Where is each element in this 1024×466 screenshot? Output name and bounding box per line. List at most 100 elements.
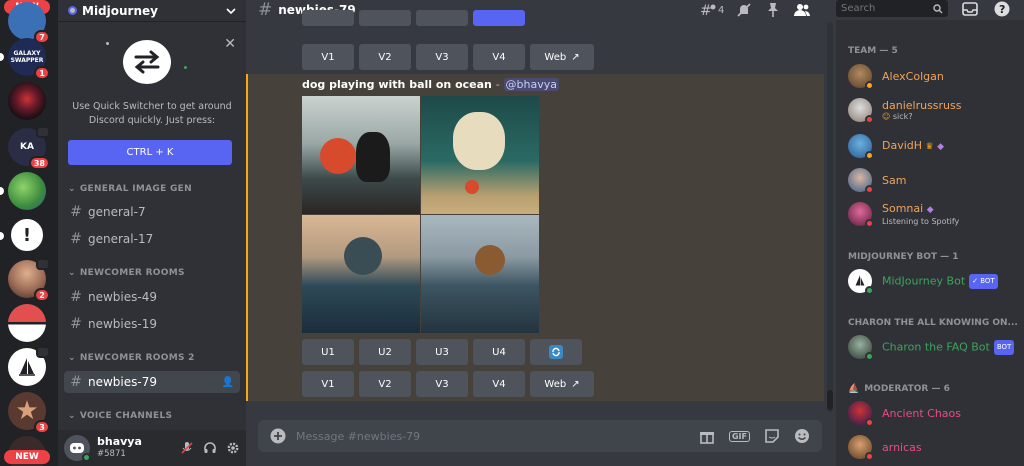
avatar bbox=[848, 435, 874, 461]
header-toolbar: # 4 bbox=[700, 0, 811, 20]
bot-header: MIDJOURNEY BOT — 1 bbox=[848, 252, 959, 262]
member-davidh[interactable]: DavidH ♛ ◆ bbox=[848, 132, 1020, 160]
u4-button[interactable]: U4 bbox=[473, 339, 525, 365]
hash-icon: # bbox=[70, 374, 82, 390]
bot-badge: BOT bbox=[993, 339, 1015, 355]
mute-mic-icon[interactable] bbox=[180, 441, 194, 455]
category-voice-channels[interactable]: ⌄ VOICE CHANNELS bbox=[68, 411, 172, 421]
discord-logo-icon bbox=[70, 443, 84, 453]
add-member-icon[interactable]: 👤 bbox=[222, 377, 234, 388]
external-link-icon: ↗ bbox=[571, 378, 580, 390]
member-arnicas[interactable]: arnicas bbox=[848, 433, 1020, 461]
user-panel: bhavya #5871 bbox=[58, 430, 246, 466]
v3-button[interactable]: V3 bbox=[416, 44, 468, 70]
chat-area: # newbies-79 V1 V2 V3 V4 Web↗ dog playin… bbox=[246, 0, 836, 466]
member-somnai[interactable]: Somnai ◆ Listening to Spotify bbox=[848, 200, 1020, 228]
v2-button[interactable]: V2 bbox=[359, 371, 411, 397]
pin-icon[interactable] bbox=[766, 2, 780, 18]
channel-newbies-49[interactable]: # newbies-49 bbox=[64, 286, 240, 308]
team-header: TEAM — 5 bbox=[848, 46, 898, 56]
ctrl-k-button[interactable]: CTRL + K bbox=[68, 140, 232, 165]
voice-indicator bbox=[36, 126, 50, 138]
v1-button[interactable]: V1 bbox=[302, 44, 354, 70]
avatar bbox=[848, 202, 874, 228]
scrollbar-thumb[interactable] bbox=[827, 390, 833, 410]
u3-button[interactable]: U3 bbox=[416, 339, 468, 365]
web-button[interactable]: Web ↗ bbox=[530, 371, 594, 397]
avatar bbox=[848, 98, 874, 124]
help-icon[interactable]: ? bbox=[994, 1, 1010, 17]
search-box[interactable]: Search bbox=[836, 0, 948, 17]
v4-button[interactable]: V4 bbox=[473, 44, 525, 70]
v2-button[interactable]: V2 bbox=[359, 44, 411, 70]
v1-button[interactable]: V1 bbox=[302, 371, 354, 397]
svg-text:?: ? bbox=[999, 3, 1005, 16]
gif-icon[interactable]: GIF bbox=[728, 430, 750, 442]
threads-button[interactable]: # 4 bbox=[700, 3, 724, 17]
avatar bbox=[848, 401, 874, 427]
image-grid[interactable] bbox=[302, 96, 539, 333]
channel-newbies-79[interactable]: # newbies-79 👤 bbox=[64, 371, 240, 393]
member-sam[interactable]: Sam bbox=[848, 166, 1020, 194]
server-icon-star[interactable]: ★ 3 bbox=[8, 392, 50, 434]
server-icon-ka[interactable]: KA 38 bbox=[8, 126, 50, 170]
gift-icon[interactable] bbox=[699, 428, 715, 444]
image-tile-4 bbox=[421, 215, 539, 333]
channel-general-7[interactable]: # general-7 bbox=[64, 201, 240, 223]
threads-icon: # bbox=[700, 3, 716, 17]
image-tile-2 bbox=[421, 96, 539, 214]
server-rail: NEW 7 GALAXY SWAPPER1 KA38 ! 2 ★3 NEW bbox=[0, 0, 58, 466]
quick-switcher-text: Use Quick Switcher to get around Discord… bbox=[72, 101, 232, 126]
message-input[interactable] bbox=[296, 429, 699, 443]
u2-button[interactable]: U2 bbox=[359, 339, 411, 365]
avatar[interactable] bbox=[64, 435, 91, 462]
server-icon-7[interactable]: 2 bbox=[8, 258, 50, 302]
member-alexcolgan[interactable]: AlexColgan bbox=[848, 62, 1020, 90]
notification-bell-muted-icon[interactable] bbox=[736, 2, 752, 18]
chat-scrollbar[interactable] bbox=[827, 22, 833, 412]
previous-message-buttons: V1 V2 V3 V4 Web ↗ bbox=[246, 10, 824, 74]
server-icon-galaxy-swapper[interactable]: GALAXY SWAPPER 1 bbox=[8, 38, 50, 80]
server-icon-midjourney[interactable] bbox=[8, 346, 50, 386]
reroll-button[interactable] bbox=[530, 339, 582, 365]
unread-pip bbox=[0, 53, 4, 61]
web-button[interactable]: Web ↗ bbox=[530, 44, 594, 70]
hash-icon: # bbox=[70, 231, 82, 247]
refresh-icon bbox=[549, 345, 563, 359]
member-danielrussruss[interactable]: danielrussruss ☺ sick? bbox=[848, 96, 1020, 124]
member-ancient-chaos[interactable]: Ancient Chaos bbox=[848, 399, 1020, 427]
avatar bbox=[848, 134, 874, 160]
server-icon-1[interactable]: 7 bbox=[8, 2, 50, 44]
member-list-icon[interactable] bbox=[794, 3, 811, 17]
chevron-down-icon: ⌄ bbox=[68, 268, 76, 278]
server-icon-pokeball[interactable] bbox=[8, 304, 46, 342]
category-newcomer-rooms-2[interactable]: ⌄ NEWCOMER ROOMS 2 bbox=[68, 353, 195, 363]
gear-icon[interactable] bbox=[226, 441, 240, 455]
guild-header[interactable]: Midjourney bbox=[58, 0, 246, 22]
chevron-down-icon: ⌄ bbox=[68, 411, 76, 421]
guild-icon bbox=[68, 6, 77, 15]
unread-pip bbox=[0, 232, 4, 240]
u1-button[interactable]: U1 bbox=[302, 339, 354, 365]
discord-app: NEW 7 GALAXY SWAPPER1 KA38 ! 2 ★3 NEW Mi… bbox=[0, 0, 1024, 466]
category-newcomer-rooms[interactable]: ⌄ NEWCOMER ROOMS bbox=[68, 268, 185, 278]
message-caption: dog playing with ball on ocean - @bhavya bbox=[302, 78, 560, 91]
emoji-icon[interactable] bbox=[794, 428, 810, 444]
close-icon[interactable]: ✕ bbox=[224, 36, 236, 52]
channel-general-17[interactable]: # general-17 bbox=[64, 228, 240, 250]
channel-newbies-19[interactable]: # newbies-19 bbox=[64, 313, 240, 335]
sticker-icon[interactable] bbox=[764, 428, 780, 444]
category-general-image-gen[interactable]: ⌄ GENERAL IMAGE GEN bbox=[68, 184, 192, 194]
member-midjourney-bot[interactable]: MidJourney Bot ✓ BOT bbox=[848, 267, 1020, 295]
v3-button[interactable]: V3 bbox=[416, 371, 468, 397]
user-mention[interactable]: @bhavya bbox=[503, 78, 560, 91]
inbox-icon[interactable] bbox=[962, 2, 978, 16]
v4-button[interactable]: V4 bbox=[473, 371, 525, 397]
search-placeholder: Search bbox=[841, 3, 876, 14]
add-attachment-icon[interactable] bbox=[270, 428, 286, 444]
server-icon-5[interactable] bbox=[8, 172, 46, 210]
member-charon-faq-bot[interactable]: Charon the FAQ Bot BOT bbox=[848, 333, 1020, 361]
server-icon-3[interactable] bbox=[8, 82, 46, 120]
headphones-icon[interactable] bbox=[203, 441, 217, 455]
server-icon-exclaim[interactable]: ! bbox=[8, 216, 46, 254]
